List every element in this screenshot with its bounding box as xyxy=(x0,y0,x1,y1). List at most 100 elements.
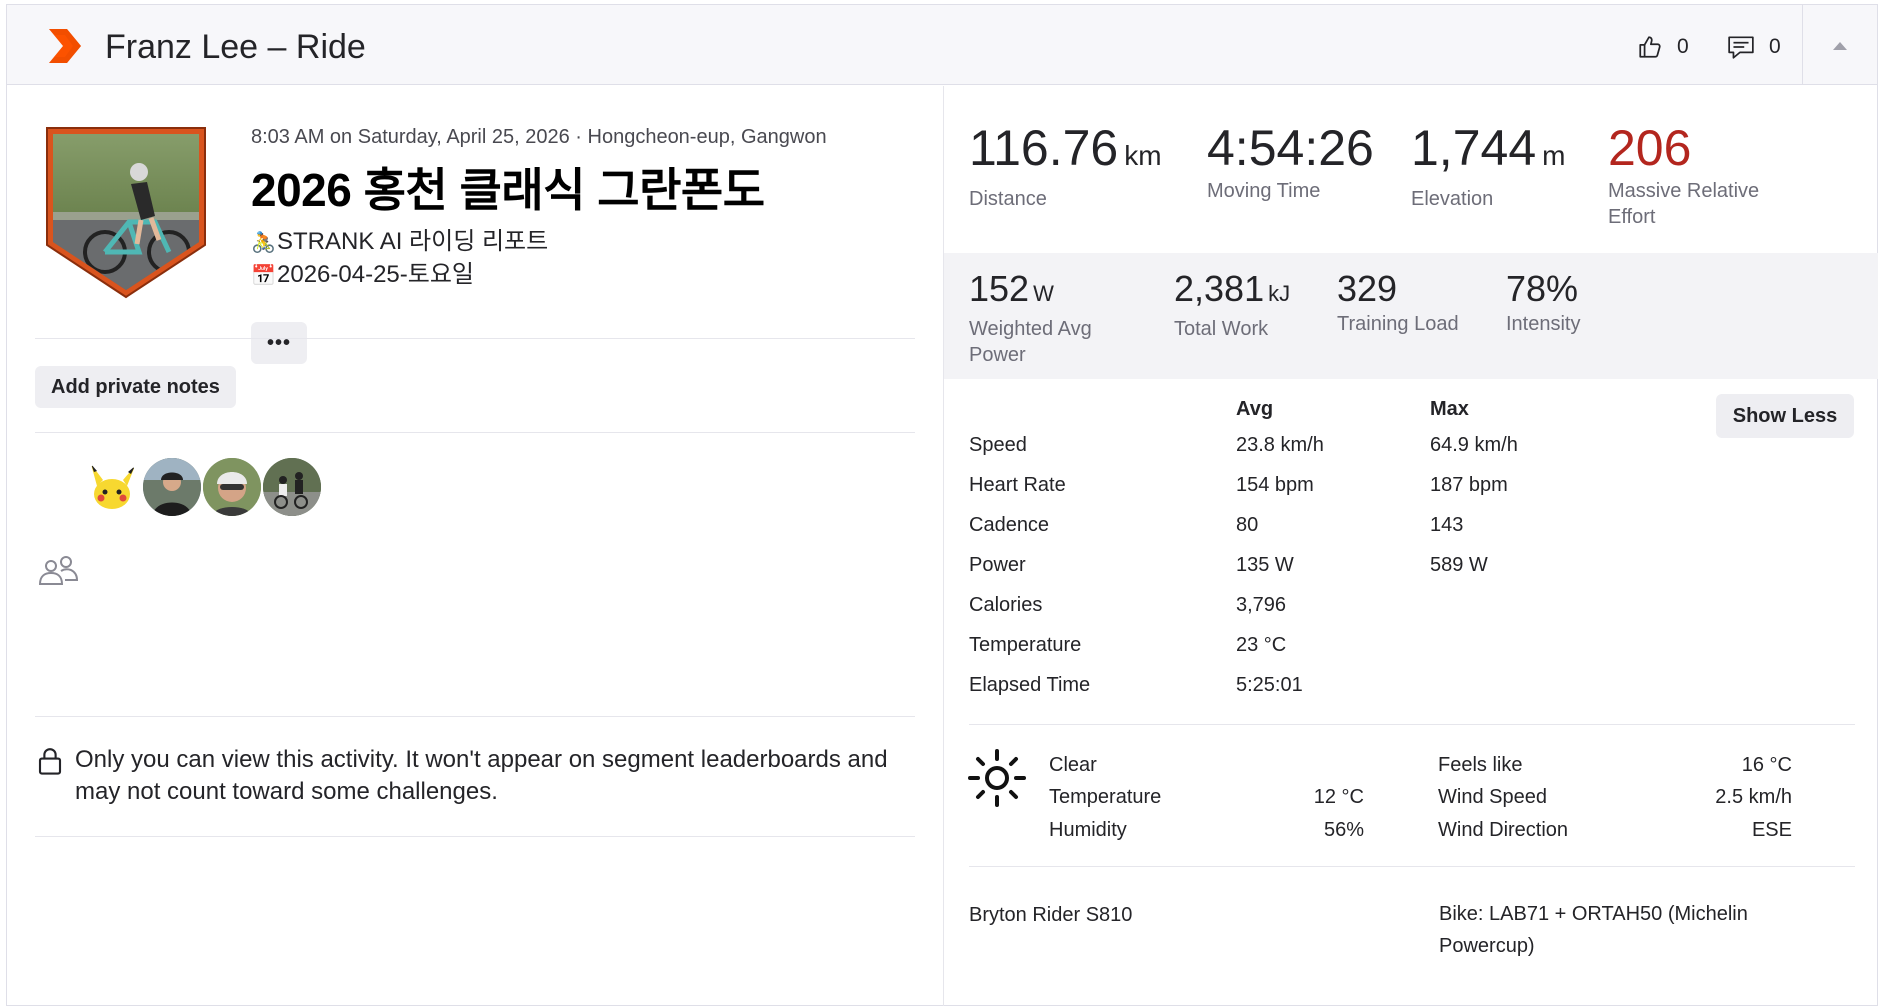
row-label: Speed xyxy=(969,434,1027,456)
add-private-notes-button[interactable]: Add private notes xyxy=(35,366,236,408)
section-divider xyxy=(35,432,915,433)
collapse-caret-icon[interactable] xyxy=(1829,35,1851,57)
stat-label: Intensity xyxy=(1506,313,1581,335)
row-label: Temperature xyxy=(969,634,1082,656)
rider-avatar-image xyxy=(203,458,261,516)
weather-condition: Clear xyxy=(1049,754,1097,776)
privacy-text: Only you can view this activity. It won'… xyxy=(75,746,888,805)
comment-icon xyxy=(1728,36,1754,59)
device-name: Bryton Rider S810 xyxy=(969,904,1133,926)
row-avg: 80 xyxy=(1236,514,1259,536)
group-participants-icon[interactable] xyxy=(37,554,79,588)
section-divider xyxy=(35,338,915,339)
stat-value: 78% xyxy=(1506,268,1579,309)
stat-label: Distance xyxy=(969,188,1047,210)
thumbs-up-icon xyxy=(1639,36,1661,58)
activity-title: 2026 홍천 클래식 그란폰도 xyxy=(251,164,765,216)
table-row: Power 135 W 589 W xyxy=(944,550,1544,590)
stat-value: 206 xyxy=(1608,120,1692,176)
column-header-max: Max xyxy=(1430,398,1469,420)
stat-label: Weighted Avg Power xyxy=(969,316,1092,368)
strava-chevron-icon xyxy=(49,29,81,63)
row-label: Calories xyxy=(969,594,1043,616)
weather-humidity-label: Humidity xyxy=(1049,819,1127,841)
stat-label: Massive Relative Effort xyxy=(1608,178,1759,230)
lock-icon xyxy=(38,748,62,775)
stat-value: 116.76 xyxy=(969,120,1119,176)
stat-value: 329 xyxy=(1337,268,1398,309)
bike-name[interactable]: Bike: LAB71 + ORTAH50 (Michelin Powercup… xyxy=(1439,898,1819,962)
activity-description: 🚴STRANK AI 라이딩 리포트 📅2026-04-25-토요일 xyxy=(251,226,548,292)
cyclist-icon: 🚴 xyxy=(251,232,276,254)
activity-stats-panel: 116.76 km Distance 4:54:26 Moving Time 1,… xyxy=(944,86,1878,1006)
comments-button[interactable]: 0 xyxy=(1727,29,1781,65)
participant-avatar[interactable] xyxy=(203,458,261,516)
table-row: Heart Rate 154 bpm 187 bpm xyxy=(944,470,1544,510)
stat-value: 1,744 xyxy=(1411,120,1537,176)
weather-wind-speed-label: Wind Speed xyxy=(1438,786,1547,808)
header-title: Franz Lee – Ride xyxy=(105,28,366,66)
section-divider xyxy=(969,724,1855,725)
weather-humidity-value: 56% xyxy=(1323,819,1364,841)
weather-feels-like-value: 16 °C xyxy=(1741,754,1792,776)
secondary-stats-band: 152 W Weighted Avg Power 2,381 kJ Total Wo… xyxy=(944,253,1878,379)
stat-intensity[interactable]: 78% Intensity xyxy=(1506,267,1580,337)
activity-card: Franz Lee – Ride 0 0 8:03 AM on Saturday… xyxy=(6,4,1878,1006)
participant-avatar[interactable] xyxy=(83,458,141,516)
description-text: 2026-04-25-토요일 xyxy=(277,261,474,288)
table-row: Temperature 23 °C xyxy=(944,630,1544,670)
row-max: 143 xyxy=(1430,514,1464,536)
stat-label: Total Work xyxy=(1174,318,1269,340)
participant-avatar[interactable] xyxy=(143,458,201,516)
stat-total-work: 2,381 kJ Total Work xyxy=(1174,267,1290,342)
row-max: 589 W xyxy=(1430,554,1488,576)
header-separator xyxy=(1802,5,1803,85)
more-options-button[interactable]: ••• xyxy=(251,322,307,364)
stat-unit: W xyxy=(1033,281,1054,306)
participant-avatar[interactable] xyxy=(263,458,321,516)
section-divider xyxy=(35,716,915,717)
description-line: 🚴STRANK AI 라이딩 리포트 xyxy=(251,226,548,259)
table-row: Cadence 80 143 xyxy=(944,510,1544,550)
stat-label: Moving Time xyxy=(1207,180,1321,202)
stat-label-line: Weighted Avg xyxy=(969,318,1092,340)
stat-moving-time: 4:54:26 Moving Time xyxy=(1207,120,1374,204)
bike-name-line: Powercup) xyxy=(1439,935,1535,957)
athlete-avatar[interactable] xyxy=(43,124,209,300)
show-less-button[interactable]: Show Less xyxy=(1716,394,1854,438)
stat-value: 2,381 xyxy=(1174,268,1265,309)
weather-feels-like-label: Feels like xyxy=(1438,754,1523,776)
table-row: Elapsed Time 5:25:01 xyxy=(944,670,1544,710)
row-label: Elapsed Time xyxy=(969,674,1091,696)
stat-label: Elevation xyxy=(1411,188,1494,210)
stat-elevation: 1,744 m Elevation xyxy=(1411,120,1565,212)
weather-temperature-label: Temperature xyxy=(1049,786,1162,808)
stat-label-line: Effort xyxy=(1608,206,1656,228)
activity-header: Franz Lee – Ride 0 0 xyxy=(7,5,1877,85)
row-avg: 135 W xyxy=(1236,554,1294,576)
stat-relative-effort[interactable]: 206 Massive Relative Effort xyxy=(1608,120,1759,230)
row-avg: 154 bpm xyxy=(1236,474,1314,496)
weather-wind-speed-value: 2.5 km/h xyxy=(1715,786,1792,808)
row-label: Heart Rate xyxy=(969,474,1066,496)
weather-temperature-value: 12 °C xyxy=(1313,786,1364,808)
section-divider xyxy=(35,836,915,837)
kudos-button[interactable]: 0 xyxy=(1637,29,1689,65)
row-label: Power xyxy=(969,554,1026,576)
sun-icon xyxy=(968,749,1026,807)
row-label: Cadence xyxy=(969,514,1050,536)
stat-unit: m xyxy=(1542,140,1566,171)
activity-meta: 8:03 AM on Saturday, April 25, 2026 · Ho… xyxy=(251,126,827,148)
rider-avatar-image xyxy=(143,458,201,516)
stat-value: 152 xyxy=(969,268,1030,309)
table-row: Speed 23.8 km/h 64.9 km/h xyxy=(944,430,1544,470)
stat-training-load[interactable]: 329 Training Load xyxy=(1337,267,1459,337)
row-max: 187 bpm xyxy=(1430,474,1508,496)
stat-label-line: Power xyxy=(969,344,1026,366)
weather-wind-direction-value: ESE xyxy=(1751,819,1792,841)
privacy-notice: Only you can view this activity. It won'… xyxy=(35,744,925,808)
column-header-avg: Avg xyxy=(1236,398,1274,420)
section-divider xyxy=(969,866,1855,867)
row-avg: 5:25:01 xyxy=(1236,674,1303,696)
bike-name-line: Bike: LAB71 + ORTAH50 (Michelin xyxy=(1439,903,1748,925)
